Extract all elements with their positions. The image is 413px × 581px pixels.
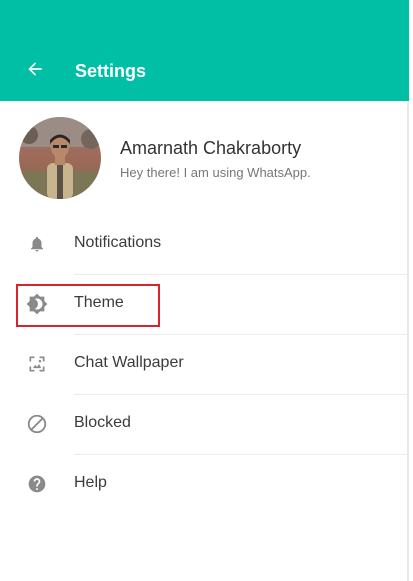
profile-name: Amarnath Chakraborty xyxy=(120,138,302,158)
help-icon xyxy=(25,472,49,496)
page-title: Settings xyxy=(75,61,147,81)
avatar[interactable] xyxy=(19,117,101,199)
settings-header: Settings xyxy=(0,0,409,101)
blocked-icon xyxy=(25,412,49,436)
back-button[interactable] xyxy=(20,56,50,86)
arrow-left-icon[interactable] xyxy=(25,59,45,84)
wallpaper-icon xyxy=(25,352,49,376)
menu-item-label: Notifications xyxy=(74,234,162,251)
menu-item-notifications[interactable]: Notifications xyxy=(0,213,409,273)
settings-panel: Settings Amarnath Chakraborty Hey there!… xyxy=(0,0,409,581)
menu-item-label: Chat Wallpaper xyxy=(74,354,184,371)
menu-item-help[interactable]: Help xyxy=(0,453,409,513)
menu-item-chat-wallpaper[interactable]: Chat Wallpaper xyxy=(0,333,409,393)
bell-icon xyxy=(25,232,49,256)
menu-item-label: Blocked xyxy=(74,414,131,431)
profile-status: Hey there! I am using WhatsApp. xyxy=(120,165,311,180)
theme-highlight-box xyxy=(16,284,160,327)
profile-card[interactable]: Amarnath Chakraborty Hey there! I am usi… xyxy=(0,101,409,211)
menu-item-blocked[interactable]: Blocked xyxy=(0,393,409,453)
menu-item-label: Help xyxy=(74,474,107,491)
